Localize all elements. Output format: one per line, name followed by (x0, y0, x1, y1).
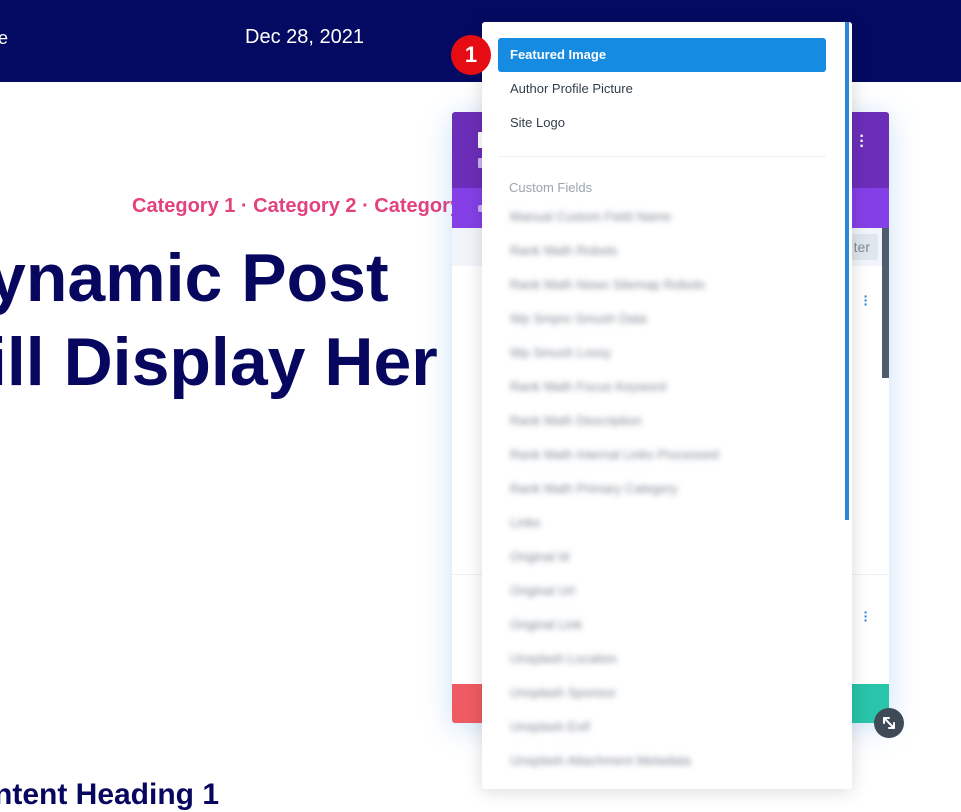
modal-menu-icon[interactable]: · · · (857, 129, 867, 155)
dynamic-content-dropdown: Featured Image Author Profile Picture Si… (482, 22, 852, 789)
custom-field-option[interactable]: Original Id (510, 549, 569, 564)
modal-scrollbar[interactable] (882, 228, 889, 378)
custom-field-option[interactable]: Original Url (510, 583, 575, 598)
option-author-profile-picture[interactable]: Author Profile Picture (498, 72, 826, 106)
step-number-badge: 1 (451, 35, 491, 75)
resize-arrows-glyph (883, 717, 895, 729)
row-menu-icon[interactable]: · · · (862, 605, 870, 627)
custom-field-option[interactable]: Links (510, 515, 540, 530)
dropdown-separator (498, 156, 826, 157)
dropdown-scrollbar[interactable] (845, 22, 849, 520)
custom-field-option[interactable]: Wp Smush Lossy (510, 345, 611, 360)
post-categories: Category 1 · Category 2 · Category (132, 195, 461, 217)
custom-field-option[interactable]: Rank Math News Sitemap Robots (510, 277, 705, 292)
post-date: Dec 28, 2021 (245, 26, 364, 48)
post-title: ynamic Post ill Display Her (0, 236, 438, 404)
custom-field-option[interactable]: Rank Math Primary Category (510, 481, 678, 496)
custom-field-option[interactable]: Original Link (510, 617, 582, 632)
option-featured-image[interactable]: Featured Image (498, 38, 826, 72)
custom-field-option[interactable]: Unsplash Sponsor (510, 685, 616, 700)
custom-field-option[interactable]: Rank Math Description (510, 413, 642, 428)
custom-field-option[interactable]: Unsplash Attachment Metadata (510, 753, 691, 768)
custom-field-option[interactable]: Rank Math Robots (510, 243, 618, 258)
custom-field-option[interactable]: Rank Math Internal Links Processed (510, 447, 719, 462)
post-title-line-1: ynamic Post (0, 240, 389, 316)
post-title-line-2: ill Display Her (0, 324, 438, 400)
custom-field-option[interactable]: Unsplash Location (510, 651, 617, 666)
custom-field-option[interactable]: Wp Smpro Smush Data (510, 311, 647, 326)
option-site-logo[interactable]: Site Logo (498, 106, 826, 140)
custom-fields-heading: Custom Fields (509, 180, 593, 195)
author-fragment: e (0, 28, 9, 48)
custom-field-option[interactable]: Rank Math Focus Keyword (510, 379, 666, 394)
resize-arrows-icon[interactable] (874, 708, 904, 738)
custom-field-option[interactable]: Unsplash Exif (510, 719, 589, 734)
content-heading: ntent Heading 1 (0, 778, 220, 811)
row-menu-icon[interactable]: · · · (862, 289, 870, 311)
custom-field-option[interactable]: Manual Custom Field Name (510, 209, 671, 224)
